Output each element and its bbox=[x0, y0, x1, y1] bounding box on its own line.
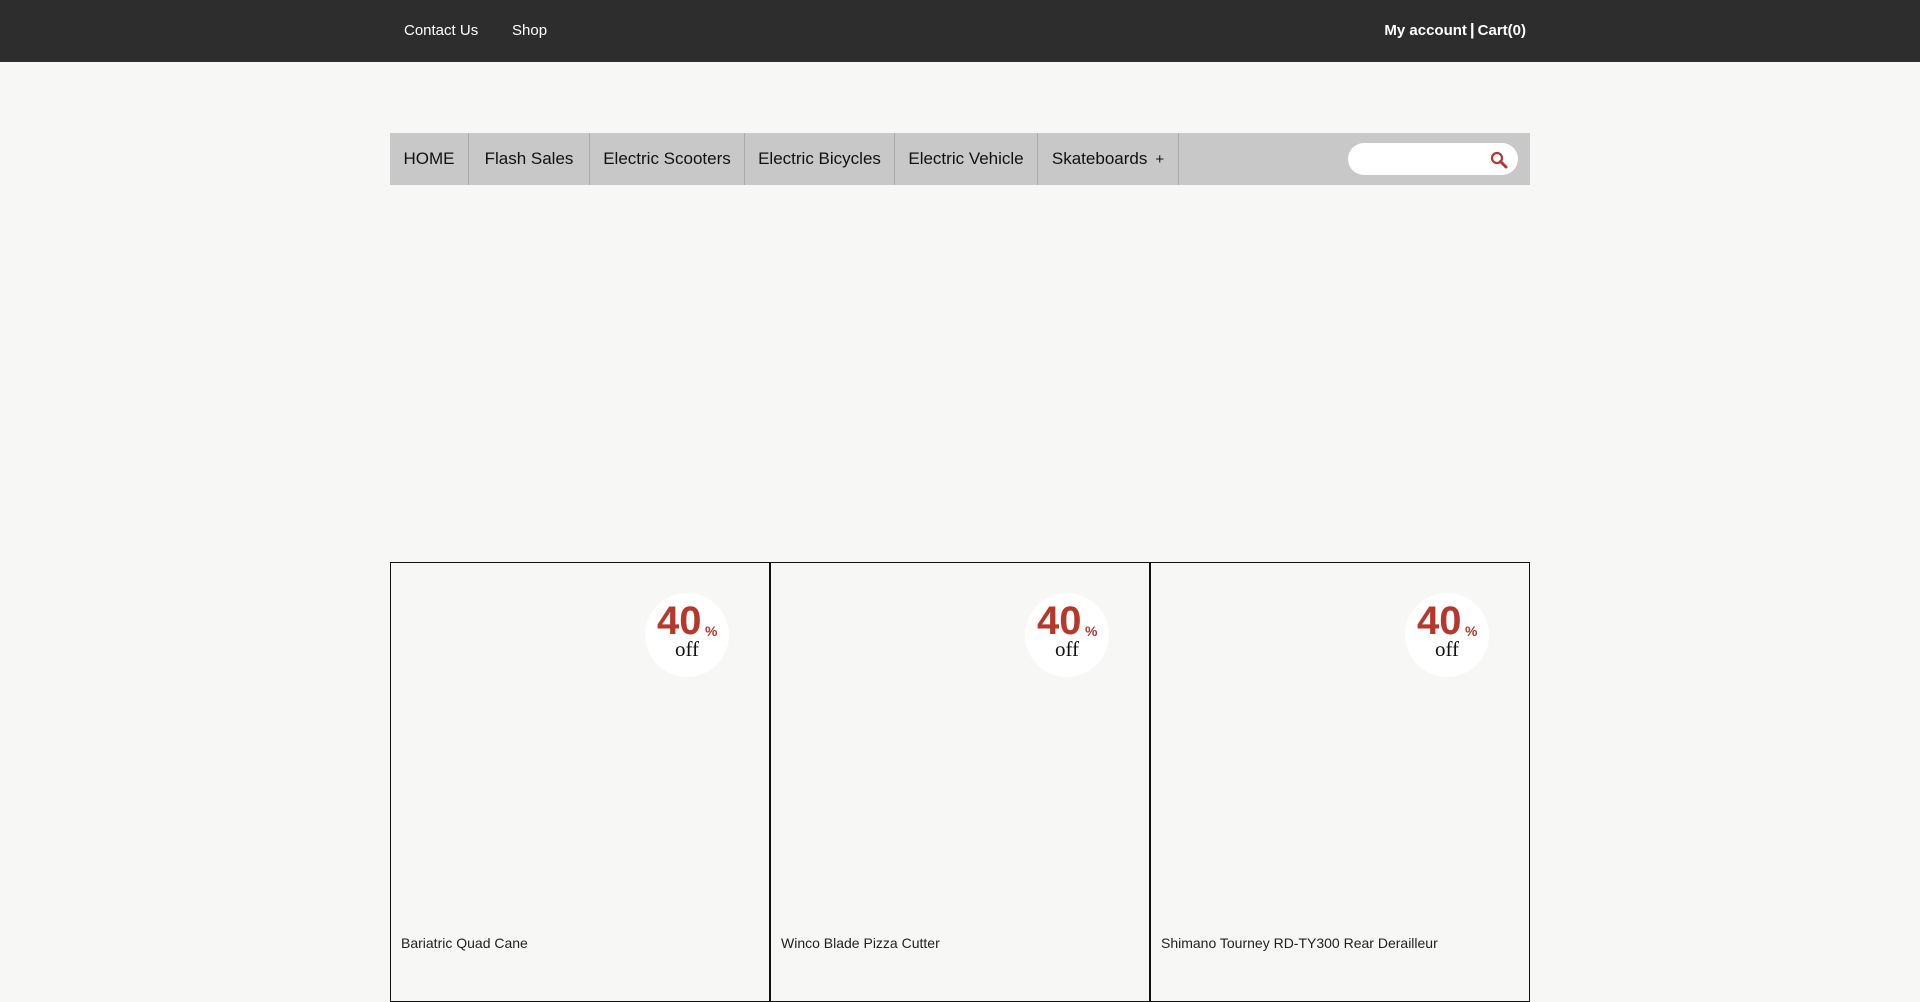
account-area: My account | Cart(0) bbox=[1384, 21, 1526, 40]
cart-link[interactable]: Cart(0) bbox=[1478, 22, 1526, 39]
product-name[interactable]: Bariatric Quad Cane bbox=[401, 934, 528, 952]
product-grid: 40 % off Bariatric Quad Cane 40 % off Wi… bbox=[390, 562, 1530, 1002]
discount-off-label: off bbox=[674, 637, 700, 661]
discount-badge: 40 % off bbox=[645, 593, 729, 677]
nav-item-electric-scooters[interactable]: Electric Scooters bbox=[590, 133, 745, 185]
my-account-link[interactable]: My account bbox=[1384, 22, 1467, 39]
nav-item-electric-vehicle[interactable]: Electric Vehicle bbox=[895, 133, 1038, 185]
product-card[interactable]: 40 % off Bariatric Quad Cane bbox=[390, 562, 770, 1002]
search-box bbox=[1348, 143, 1518, 175]
product-card[interactable]: 40 % off Winco Blade Pizza Cutter bbox=[770, 562, 1150, 1002]
discount-off-label: off bbox=[1054, 637, 1080, 661]
contact-us-link[interactable]: Contact Us bbox=[404, 22, 478, 40]
top-bar: Contact Us Shop My account | Cart(0) bbox=[0, 0, 1920, 62]
nav-item-skateboards[interactable]: Skateboards + bbox=[1038, 133, 1179, 185]
shop-link[interactable]: Shop bbox=[512, 22, 547, 40]
expand-plus-icon[interactable]: + bbox=[1155, 151, 1164, 168]
nav-item-home[interactable]: HOME bbox=[390, 133, 469, 185]
discount-badge: 40 % off bbox=[1025, 593, 1109, 677]
discount-off-label: off bbox=[1434, 637, 1460, 661]
main-nav: HOME Flash Sales Electric Scooters Elect… bbox=[390, 133, 1530, 185]
discount-badge: 40 % off bbox=[1405, 593, 1489, 677]
nav-item-electric-bicycles[interactable]: Electric Bicycles bbox=[745, 133, 895, 185]
account-separator: | bbox=[1469, 20, 1475, 39]
search-input[interactable] bbox=[1360, 149, 1484, 171]
nav-item-skateboards-label: Skateboards bbox=[1051, 149, 1148, 168]
product-name[interactable]: Shimano Tourney RD-TY300 Rear Derailleur bbox=[1161, 934, 1438, 952]
nav-item-flash-sales[interactable]: Flash Sales bbox=[469, 133, 590, 185]
search-icon[interactable] bbox=[1490, 151, 1508, 169]
product-name[interactable]: Winco Blade Pizza Cutter bbox=[781, 934, 940, 952]
product-card[interactable]: 40 % off Shimano Tourney RD-TY300 Rear D… bbox=[1150, 562, 1530, 1002]
